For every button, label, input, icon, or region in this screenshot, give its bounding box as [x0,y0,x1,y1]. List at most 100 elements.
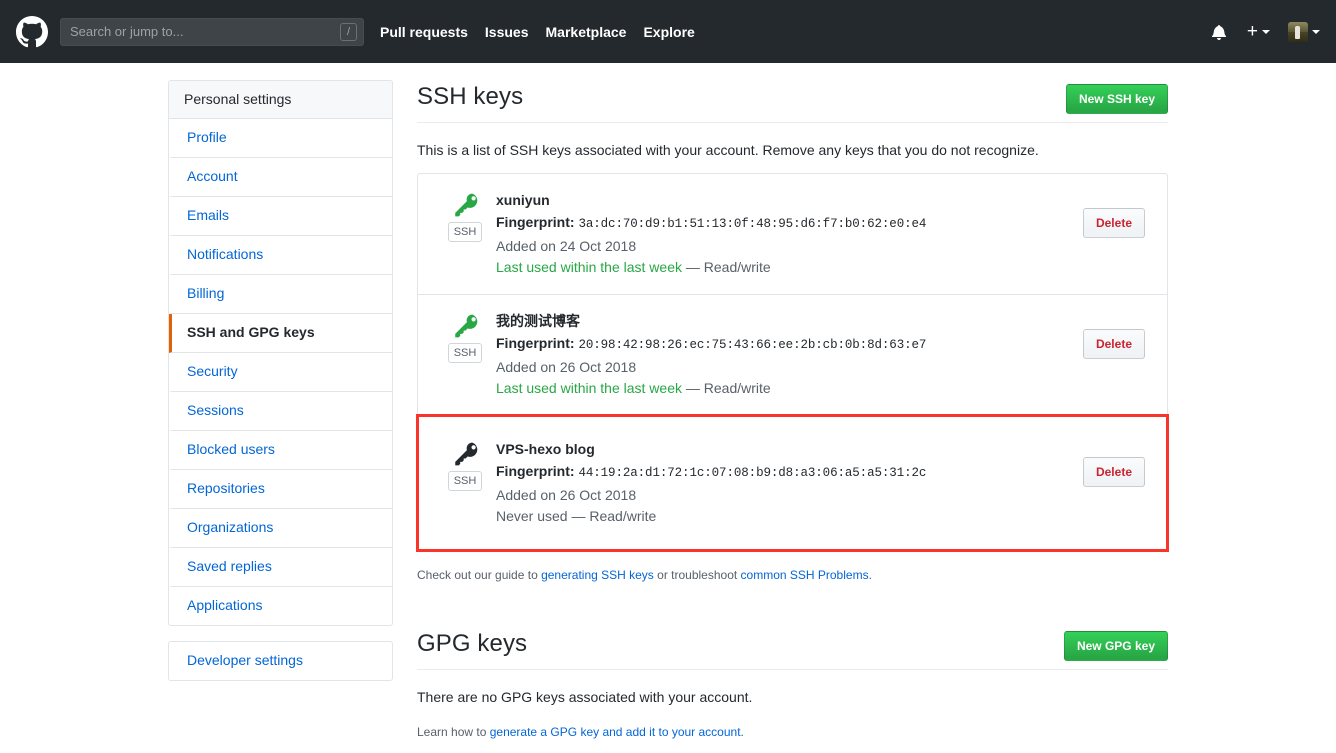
github-mark-icon[interactable] [16,15,48,48]
key-usage-scope: — Read/write [682,259,771,275]
fingerprint-value: 20:98:42:98:26:ec:75:43:66:ee:2b:cb:0b:8… [578,338,927,352]
help-suffix: . [868,568,872,582]
key-usage-status: Never used [496,508,568,524]
key-usage: Last used within the last week — Read/wr… [496,378,1083,399]
fingerprint-value: 3a:dc:70:d9:b1:51:13:0f:48:95:d6:f7:b0:6… [578,217,927,231]
key-fingerprint: Fingerprint: 20:98:42:98:26:ec:75:43:66:… [496,333,1083,356]
key-title: VPS-hexo blog [496,441,595,457]
personal-settings-card: Personal settings Profile Account Emails… [168,80,393,626]
key-fingerprint: Fingerprint: 44:19:2a:d1:72:1c:07:08:b9:… [496,461,1083,484]
sidebar-item-organizations[interactable]: Organizations [169,509,392,548]
key-added-date: Added on 26 Oct 2018 [496,359,637,375]
sidebar-item-sessions[interactable]: Sessions [169,392,392,431]
sidebar-heading: Personal settings [169,81,392,119]
key-icon [452,313,478,339]
ssh-key-row: SSH 我的测试博客 Fingerprint: 20:98:42:98:26:e… [418,295,1167,416]
key-added-date: Added on 24 Oct 2018 [496,238,637,254]
ssh-section-description: This is a list of SSH keys associated wi… [417,142,1039,158]
header-actions: + [1211,20,1320,42]
key-added-date: Added on 26 Oct 2018 [496,487,637,503]
key-type-badge: SSH [447,471,483,491]
key-details: xuniyun Fingerprint: 3a:dc:70:d9:b1:51:1… [496,190,1083,278]
fingerprint-label: Fingerprint: [496,463,575,479]
gpg-section-title: GPG keys [417,630,528,657]
gpg-learn-line: Learn how to generate a GPG key and add … [417,723,1168,741]
fingerprint-value: 44:19:2a:d1:72:1c:07:08:b9:d8:a3:06:a5:a… [578,466,927,480]
nav-link-explore[interactable]: Explore [643,24,694,40]
key-icon [452,441,478,467]
plus-icon: + [1246,20,1258,42]
search-input[interactable] [60,17,364,46]
new-gpg-key-button[interactable]: New GPG key [1063,631,1168,661]
key-type-badge: SSH [447,343,483,363]
key-usage-scope: — Read/write [682,380,771,396]
chevron-down-icon [1312,29,1320,34]
sidebar-item-blocked-users[interactable]: Blocked users [169,431,392,470]
chevron-down-icon [1262,29,1270,34]
page-title: SSH keys [417,83,524,110]
key-details: VPS-hexo blog Fingerprint: 44:19:2a:d1:7… [496,439,1083,527]
key-icon-column: SSH [434,311,496,363]
create-new-menu[interactable]: + [1246,20,1270,42]
key-actions: Delete [1082,311,1151,359]
ssh-key-row-highlighted: SSH VPS-hexo blog Fingerprint: 44:19:2a:… [416,414,1169,552]
help-middle: or troubleshoot [653,568,741,582]
key-actions: Delete [1082,190,1151,238]
key-usage-status: Last used within the last week [496,380,682,396]
key-usage-scope: — Read/write [567,508,657,524]
delete-key-button[interactable]: Delete [1082,457,1145,487]
settings-sidebar: Personal settings Profile Account Emails… [168,80,393,681]
sidebar-item-profile[interactable]: Profile [169,119,392,158]
new-ssh-key-button[interactable]: New SSH key [1065,84,1168,114]
sidebar-item-repositories[interactable]: Repositories [169,470,392,509]
nav-link-pull-requests[interactable]: Pull requests [380,24,468,40]
help-prefix: Check out our guide to [417,568,542,582]
user-menu[interactable] [1288,21,1320,42]
key-title: 我的测试博客 [496,313,580,329]
delete-key-button[interactable]: Delete [1082,329,1145,359]
ssh-keys-list: SSH xuniyun Fingerprint: 3a:dc:70:d9:b1:… [416,173,1169,552]
ssh-help-line: Check out our guide to generating SSH ke… [417,566,1168,584]
search-box[interactable]: / [60,17,364,46]
generate-gpg-key-link[interactable]: generate a GPG key and add it to your ac… [490,725,744,739]
delete-key-button[interactable]: Delete [1082,208,1145,238]
developer-settings-card: Developer settings [168,641,393,681]
search-shortcut-badge: / [340,22,357,41]
key-actions: Delete [1082,439,1151,487]
gpg-empty-message: There are no GPG keys associated with yo… [417,689,753,705]
notification-bell-icon[interactable] [1211,24,1227,40]
key-usage: Last used within the last week — Read/wr… [496,257,1083,278]
ssh-section-header: SSH keys New SSH key [417,80,1168,123]
gpg-keys-section: GPG keys New GPG key There are no GPG ke… [417,627,1168,741]
sidebar-item-billing[interactable]: Billing [169,275,392,314]
generating-ssh-keys-link[interactable]: generating SSH keys [541,568,654,582]
sidebar-item-ssh-and-gpg-keys[interactable]: SSH and GPG keys [169,314,392,353]
main-content: SSH keys New SSH key This is a list of S… [416,80,1169,753]
fingerprint-label: Fingerprint: [496,335,575,351]
key-type-badge: SSH [447,222,483,242]
sidebar-item-account[interactable]: Account [169,158,392,197]
key-icon-column: SSH [434,190,496,242]
nav-link-issues[interactable]: Issues [485,24,529,40]
key-icon-column: SSH [434,439,496,491]
sidebar-item-security[interactable]: Security [169,353,392,392]
key-details: 我的测试博客 Fingerprint: 20:98:42:98:26:ec:75… [496,311,1083,399]
sidebar-item-saved-replies[interactable]: Saved replies [169,548,392,587]
key-icon [452,192,478,218]
common-ssh-problems-link[interactable]: common SSH Problems [741,568,869,582]
sidebar-item-notifications[interactable]: Notifications [169,236,392,275]
page-body: Personal settings Profile Account Emails… [0,63,1336,753]
ssh-keys-section: SSH keys New SSH key This is a list of S… [416,80,1169,584]
fingerprint-label: Fingerprint: [496,214,575,230]
global-header: / Pull requests Issues Marketplace Explo… [0,0,1336,63]
key-title: xuniyun [496,192,550,208]
header-nav: Pull requests Issues Marketplace Explore [380,24,712,40]
ssh-key-row: SSH xuniyun Fingerprint: 3a:dc:70:d9:b1:… [418,174,1167,295]
sidebar-item-developer-settings[interactable]: Developer settings [169,642,392,680]
sidebar-item-applications[interactable]: Applications [169,587,392,625]
learn-prefix: Learn how to [417,725,490,739]
sidebar-item-emails[interactable]: Emails [169,197,392,236]
avatar [1288,21,1308,42]
key-fingerprint: Fingerprint: 3a:dc:70:d9:b1:51:13:0f:48:… [496,212,1083,235]
nav-link-marketplace[interactable]: Marketplace [546,24,627,40]
